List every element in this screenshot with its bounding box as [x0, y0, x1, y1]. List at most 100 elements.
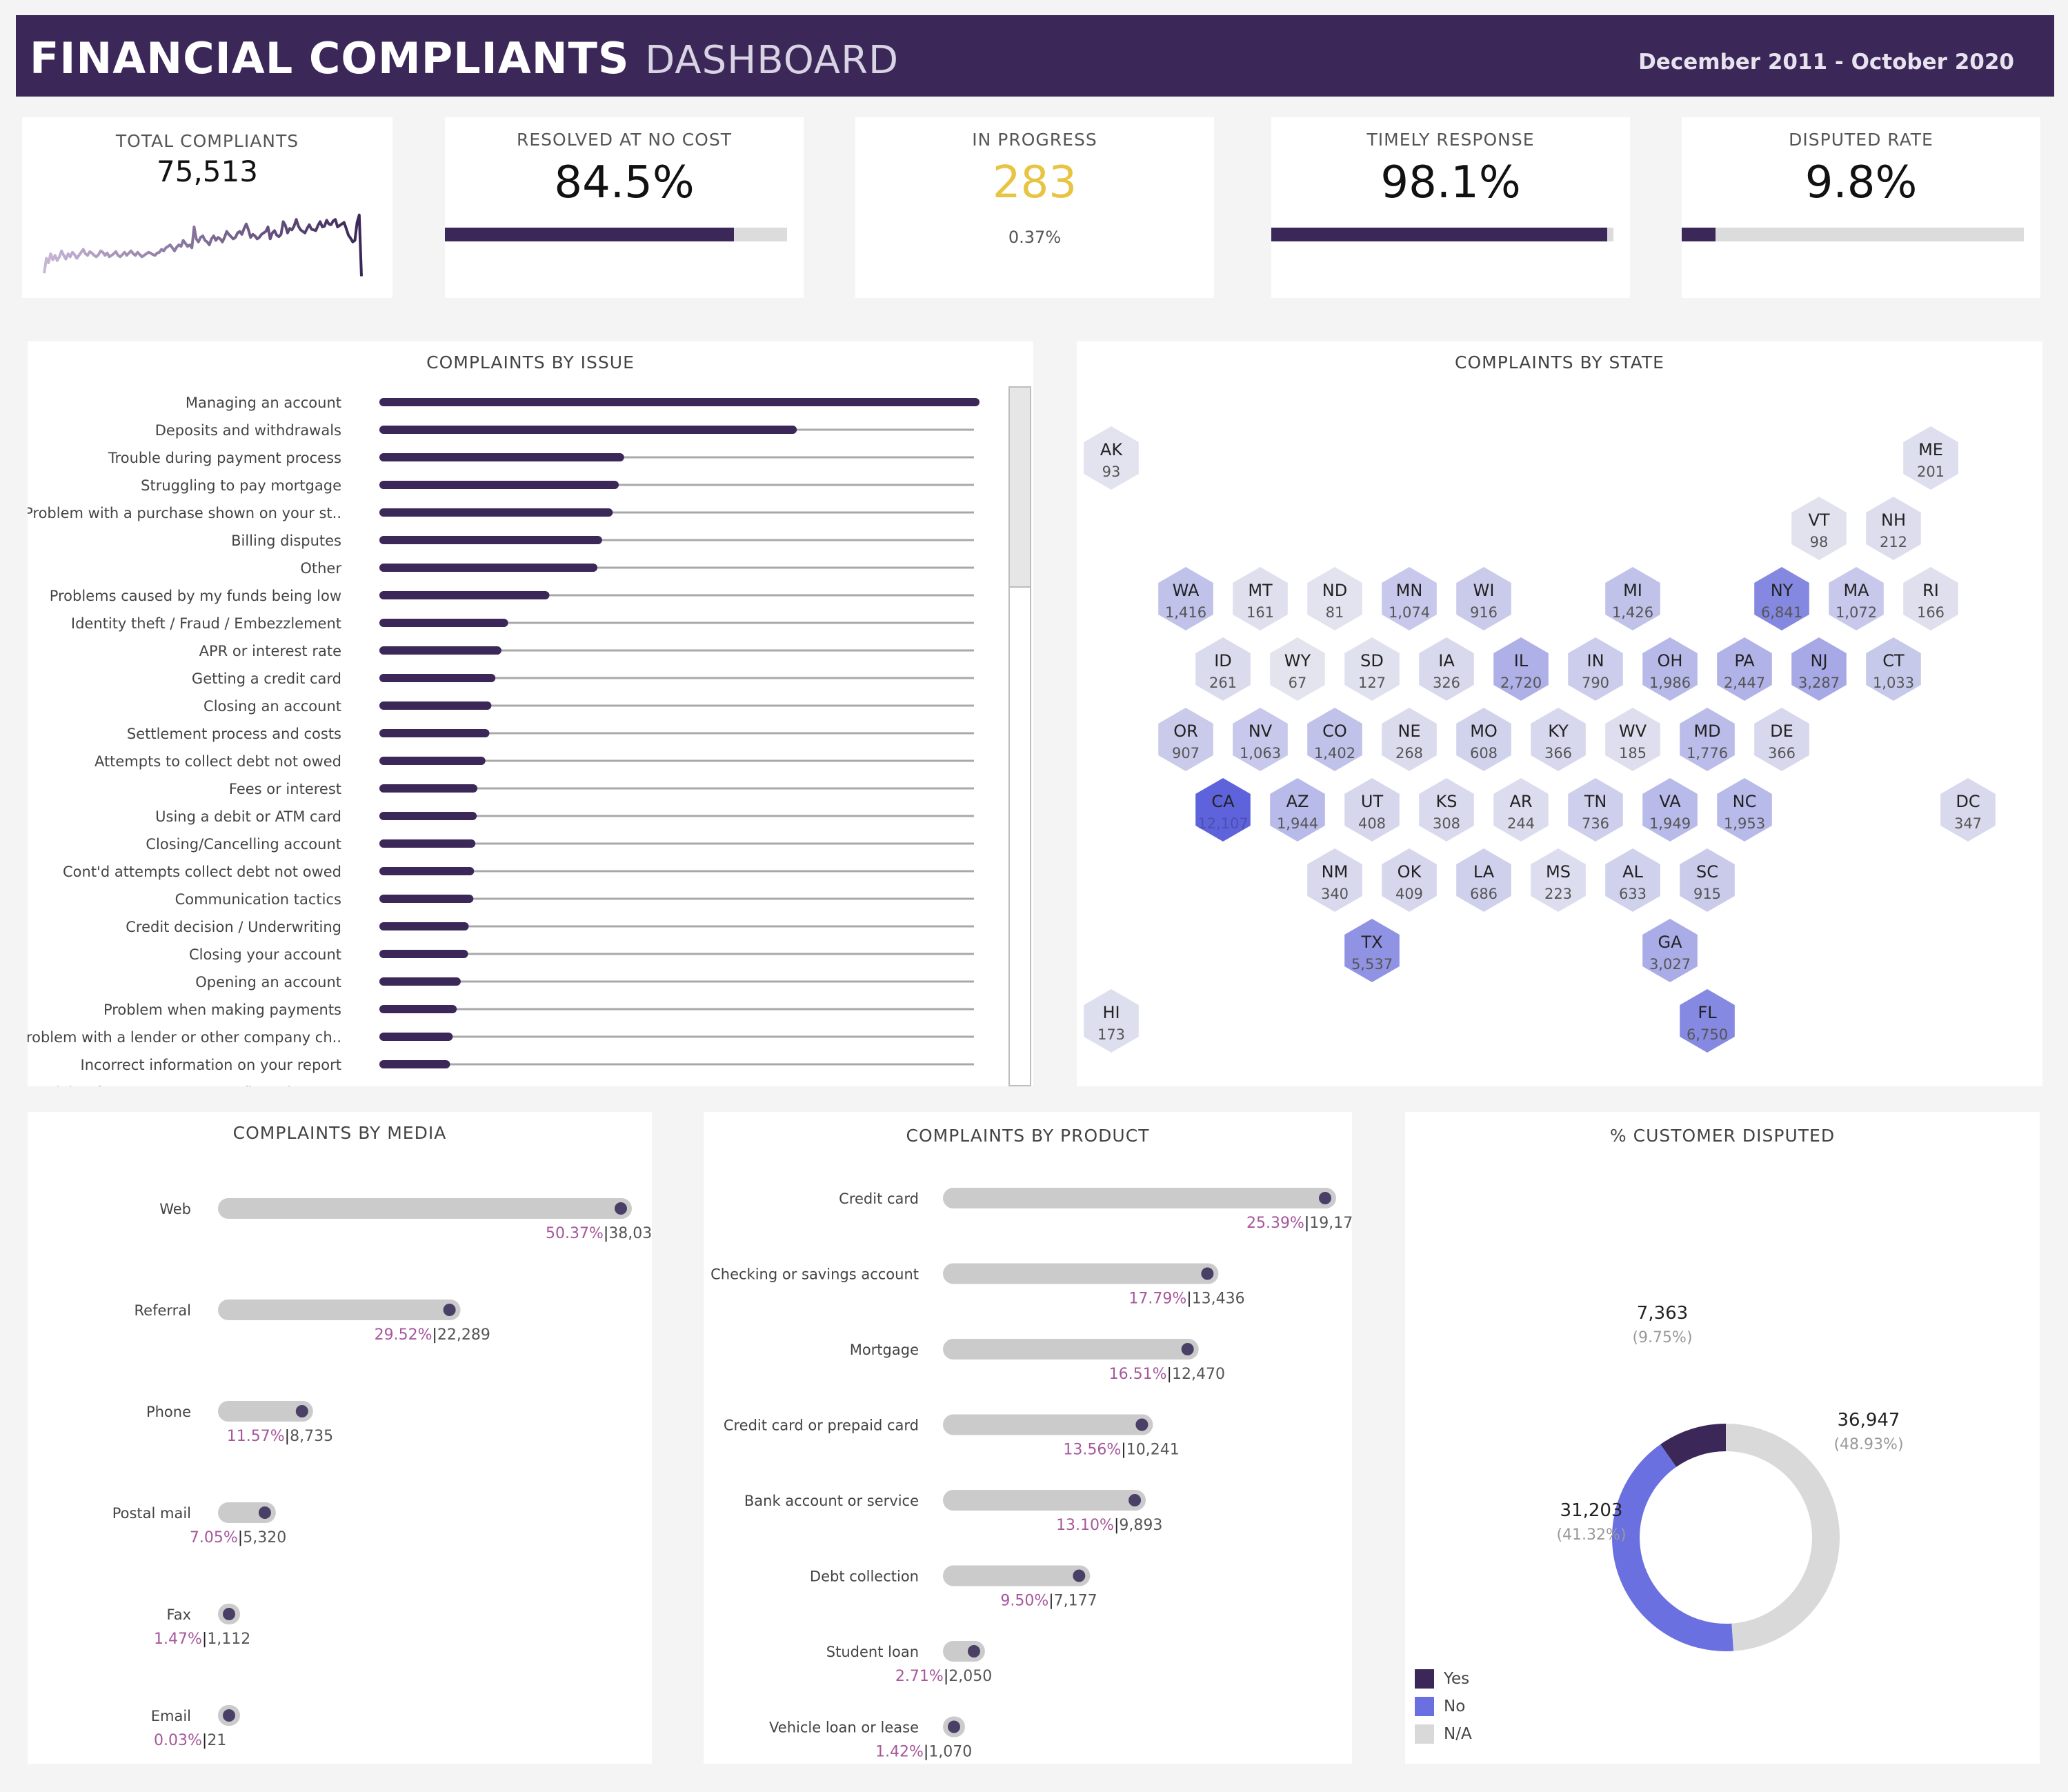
state-value-label: 166	[1917, 604, 1945, 621]
legend-item-no[interactable]: No	[1415, 1697, 1465, 1716]
kpi-disputed-card[interactable]: DISPUTED RATE 9.8%	[1682, 117, 2040, 298]
donut-percent-label: (48.93%)	[1833, 1436, 1903, 1453]
product-label: Credit card or prepaid card	[724, 1417, 919, 1434]
state-code-label: WV	[1619, 721, 1647, 741]
count-value: 13,436	[1192, 1291, 1245, 1308]
state-value-label: 633	[1619, 886, 1647, 902]
state-value-label: 366	[1544, 745, 1572, 761]
donut-percent-label: (9.75%)	[1632, 1329, 1692, 1346]
kpi-timely-card[interactable]: TIMELY RESPONSE 98.1%	[1271, 117, 1630, 298]
state-value-label: 608	[1470, 745, 1498, 761]
count-value: 9,893	[1119, 1517, 1162, 1534]
issue-bar	[379, 646, 501, 655]
legend-label-no: No	[1444, 1698, 1466, 1715]
state-value-label: 907	[1172, 745, 1200, 761]
donut-value-label: 31,203	[1560, 1500, 1623, 1521]
issue-bar	[379, 564, 598, 572]
media-value-label: 50.37%|38,036	[546, 1225, 652, 1242]
legend-swatch-yes	[1415, 1669, 1434, 1689]
state-value-label: 1,986	[1649, 675, 1691, 691]
donut-slice-yes	[1660, 1424, 1727, 1468]
state-value-label: 12,107	[1197, 815, 1248, 832]
product-label: Student loan	[826, 1644, 919, 1660]
state-code-label: KY	[1548, 721, 1569, 741]
issue-bar	[379, 701, 492, 710]
count-value: 12,470	[1172, 1366, 1225, 1383]
donut-percent-label: (41.32%)	[1556, 1526, 1626, 1544]
kpi-in-progress-card[interactable]: IN PROGRESS 283 0.37%	[855, 117, 1214, 298]
resolved-progress-fill	[445, 228, 735, 241]
product-label: Checking or savings account	[710, 1266, 919, 1283]
kpi-total-card[interactable]: TOTAL COMPLIANTS 75,513	[22, 117, 392, 298]
legend-item-na[interactable]: N/A	[1415, 1724, 1472, 1744]
issue-bar	[379, 398, 980, 406]
issue-label: Other	[300, 560, 341, 577]
state-value-label: 1,776	[1687, 745, 1728, 761]
media-dot	[615, 1202, 627, 1215]
issue-label: Opening an account	[195, 974, 341, 990]
state-code-label: MN	[1396, 581, 1423, 600]
count-value: 1,112	[207, 1631, 250, 1648]
kpi-total-title: TOTAL COMPLIANTS	[115, 131, 299, 151]
legend-label-na: N/A	[1444, 1725, 1472, 1743]
issue-scrollbar[interactable]	[1008, 386, 1031, 1086]
state-code-label: OR	[1173, 721, 1198, 741]
state-code-label: NY	[1771, 581, 1793, 600]
separator: |	[924, 1744, 928, 1761]
media-dot	[223, 1709, 235, 1722]
count-value: 2,050	[948, 1668, 992, 1685]
kpi-timely-title: TIMELY RESPONSE	[1366, 130, 1535, 150]
legend-item-yes[interactable]: Yes	[1415, 1669, 1469, 1689]
media-label: Email	[151, 1708, 191, 1724]
state-value-label: 6,750	[1687, 1026, 1728, 1043]
product-value-label: 13.56%|10,241	[1063, 1442, 1179, 1459]
donut-value-label: 7,363	[1637, 1303, 1688, 1324]
issue-label: Applying for a mortgage or refinancing a…	[28, 1084, 341, 1086]
issue-bar	[379, 729, 490, 737]
issue-scrollbar-thumb[interactable]	[1010, 388, 1030, 588]
kpi-resolved-card[interactable]: RESOLVED AT NO COST 84.5%	[445, 117, 804, 298]
issue-label: Billing disputes	[231, 532, 341, 549]
state-code-label: NE	[1398, 721, 1420, 741]
state-code-label: DE	[1770, 721, 1793, 741]
timely-progress-track	[1271, 228, 1613, 241]
product-bar	[943, 1339, 1199, 1360]
state-code-label: NC	[1733, 792, 1757, 811]
state-value-label: 1,944	[1277, 815, 1318, 832]
media-value-label: 11.57%|8,735	[227, 1428, 333, 1445]
state-value-label: 127	[1358, 675, 1386, 691]
state-value-label: 409	[1395, 886, 1423, 902]
state-value-label: 1,949	[1649, 815, 1691, 832]
issue-bar	[379, 757, 486, 765]
issue-label: Problem when making payments	[103, 1002, 341, 1018]
state-value-label: 93	[1102, 464, 1121, 480]
separator: |	[604, 1225, 608, 1242]
total-sparkline	[43, 213, 363, 277]
product-value-label: 2.71%|2,050	[895, 1668, 992, 1685]
issue-label: Getting a credit card	[192, 670, 341, 687]
issue-label: Fees or interest	[229, 781, 341, 797]
count-value: 5,320	[243, 1529, 286, 1546]
state-code-label: WI	[1473, 581, 1495, 600]
issue-label: Problem with a lender or other company c…	[28, 1029, 341, 1046]
issue-label: Trouble during payment process	[108, 450, 341, 466]
product-label: Mortgage	[850, 1342, 919, 1358]
state-code-label: DC	[1956, 792, 1980, 811]
issue-label: Closing your account	[189, 946, 341, 963]
state-code-label: GA	[1658, 933, 1682, 952]
state-value-label: 173	[1097, 1026, 1125, 1043]
state-code-label: MD	[1693, 721, 1720, 741]
state-code-label: AK	[1100, 440, 1123, 459]
media-value-label: 0.03%|21	[154, 1732, 226, 1749]
media-label: Phone	[146, 1404, 191, 1420]
state-value-label: 1,953	[1724, 815, 1765, 832]
kpi-in-progress-percent: 0.37%	[1008, 228, 1062, 247]
issue-bar	[379, 895, 474, 903]
dashboard-title-light: DASHBOARD	[645, 38, 899, 83]
issue-bar	[379, 922, 469, 930]
product-label: Credit card	[839, 1191, 919, 1207]
issue-bar	[379, 839, 476, 848]
issue-chart-panel: COMPLAINTS BY ISSUE Managing an account D…	[28, 341, 1033, 1086]
issue-bar	[379, 812, 477, 820]
media-label: Referral	[135, 1302, 191, 1319]
